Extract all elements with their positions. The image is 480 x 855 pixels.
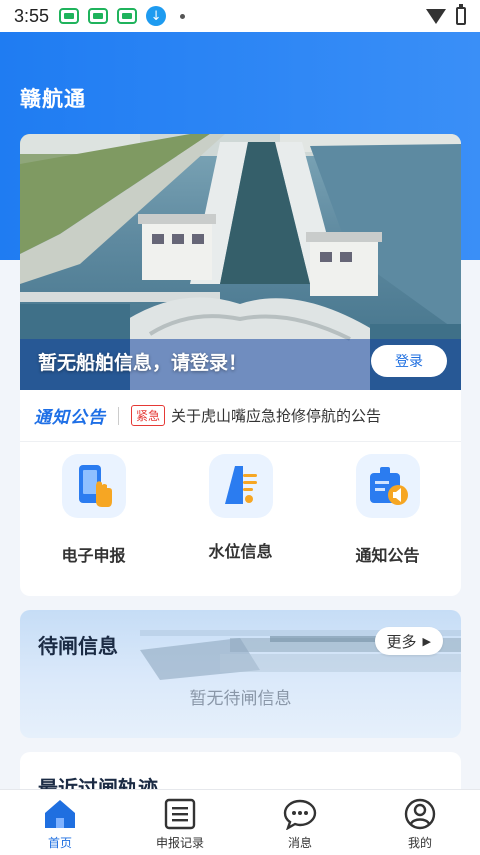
app-icon xyxy=(59,8,80,24)
divider xyxy=(118,406,119,425)
notice-row[interactable]: 通知公告 紧急 关于虎山嘴应急抢修停航的公告 xyxy=(20,390,461,442)
app-title: 赣航通 xyxy=(20,87,86,111)
dot-icon xyxy=(180,13,186,19)
quick-action-e-report[interactable]: 电子申报 xyxy=(20,454,167,579)
tab-records[interactable]: 申报记录 xyxy=(120,790,240,855)
urgent-badge: 紧急 xyxy=(131,405,166,426)
water-level-icon xyxy=(208,454,273,518)
bottom-tab-bar: 首页 申报记录 消息 我的 xyxy=(0,789,480,855)
tab-label: 首页 xyxy=(47,836,72,850)
home-icon xyxy=(45,800,75,828)
app-icon xyxy=(88,8,109,24)
tab-label: 我的 xyxy=(407,836,432,850)
wifi-icon xyxy=(426,8,446,24)
battery-icon xyxy=(456,4,466,25)
lock-banner[interactable]: 暂无船舶信息，请登录！ 登录 xyxy=(20,134,461,390)
more-button[interactable]: 更多 ▶ xyxy=(374,627,443,655)
waiting-card[interactable]: 待闸信息 更多 ▶ 暂无待闸信息 xyxy=(20,610,461,738)
quick-action-water-level[interactable]: 水位信息 xyxy=(167,454,314,579)
profile-icon xyxy=(404,798,436,830)
tab-messages[interactable]: 消息 xyxy=(240,790,360,855)
announcement-icon xyxy=(355,454,420,518)
message-icon xyxy=(283,799,317,830)
notice-logo-sub: 公告 xyxy=(70,408,106,428)
status-time: 3:55 xyxy=(14,5,50,26)
banner-message: 暂无船舶信息，请登录！ xyxy=(38,352,248,374)
more-label: 更多 xyxy=(386,632,417,651)
chevron-right-icon: ▶ xyxy=(422,634,431,648)
quick-action-notice[interactable]: 通知公告 xyxy=(314,454,461,579)
phone-tap-icon xyxy=(61,454,126,518)
tab-profile[interactable]: 我的 xyxy=(360,790,480,855)
login-button[interactable]: 登录 xyxy=(371,345,447,377)
quick-action-label: 水位信息 xyxy=(208,542,273,561)
download-icon: ↓ xyxy=(146,6,167,26)
home-panel: 通知公告 紧急 关于虎山嘴应急抢修停航的公告 电子申报 水位信息 通知公告 xyxy=(20,390,461,596)
notice-logo: 通知公告 xyxy=(34,403,106,428)
status-bar: 3:55 ↓ xyxy=(0,0,480,32)
tab-label: 消息 xyxy=(287,836,312,850)
notice-logo-main: 通知 xyxy=(34,408,70,428)
tab-home[interactable]: 首页 xyxy=(0,790,120,855)
tab-label: 申报记录 xyxy=(155,836,204,850)
empty-state: 暂无待闸信息 xyxy=(189,689,292,709)
notice-text[interactable]: 关于虎山嘴应急抢修停航的公告 xyxy=(171,405,381,426)
waiting-title: 待闸信息 xyxy=(38,634,118,658)
app-icon xyxy=(117,8,138,24)
list-icon xyxy=(164,798,196,830)
quick-action-label: 通知公告 xyxy=(355,546,420,565)
quick-action-label: 电子申报 xyxy=(61,546,126,565)
